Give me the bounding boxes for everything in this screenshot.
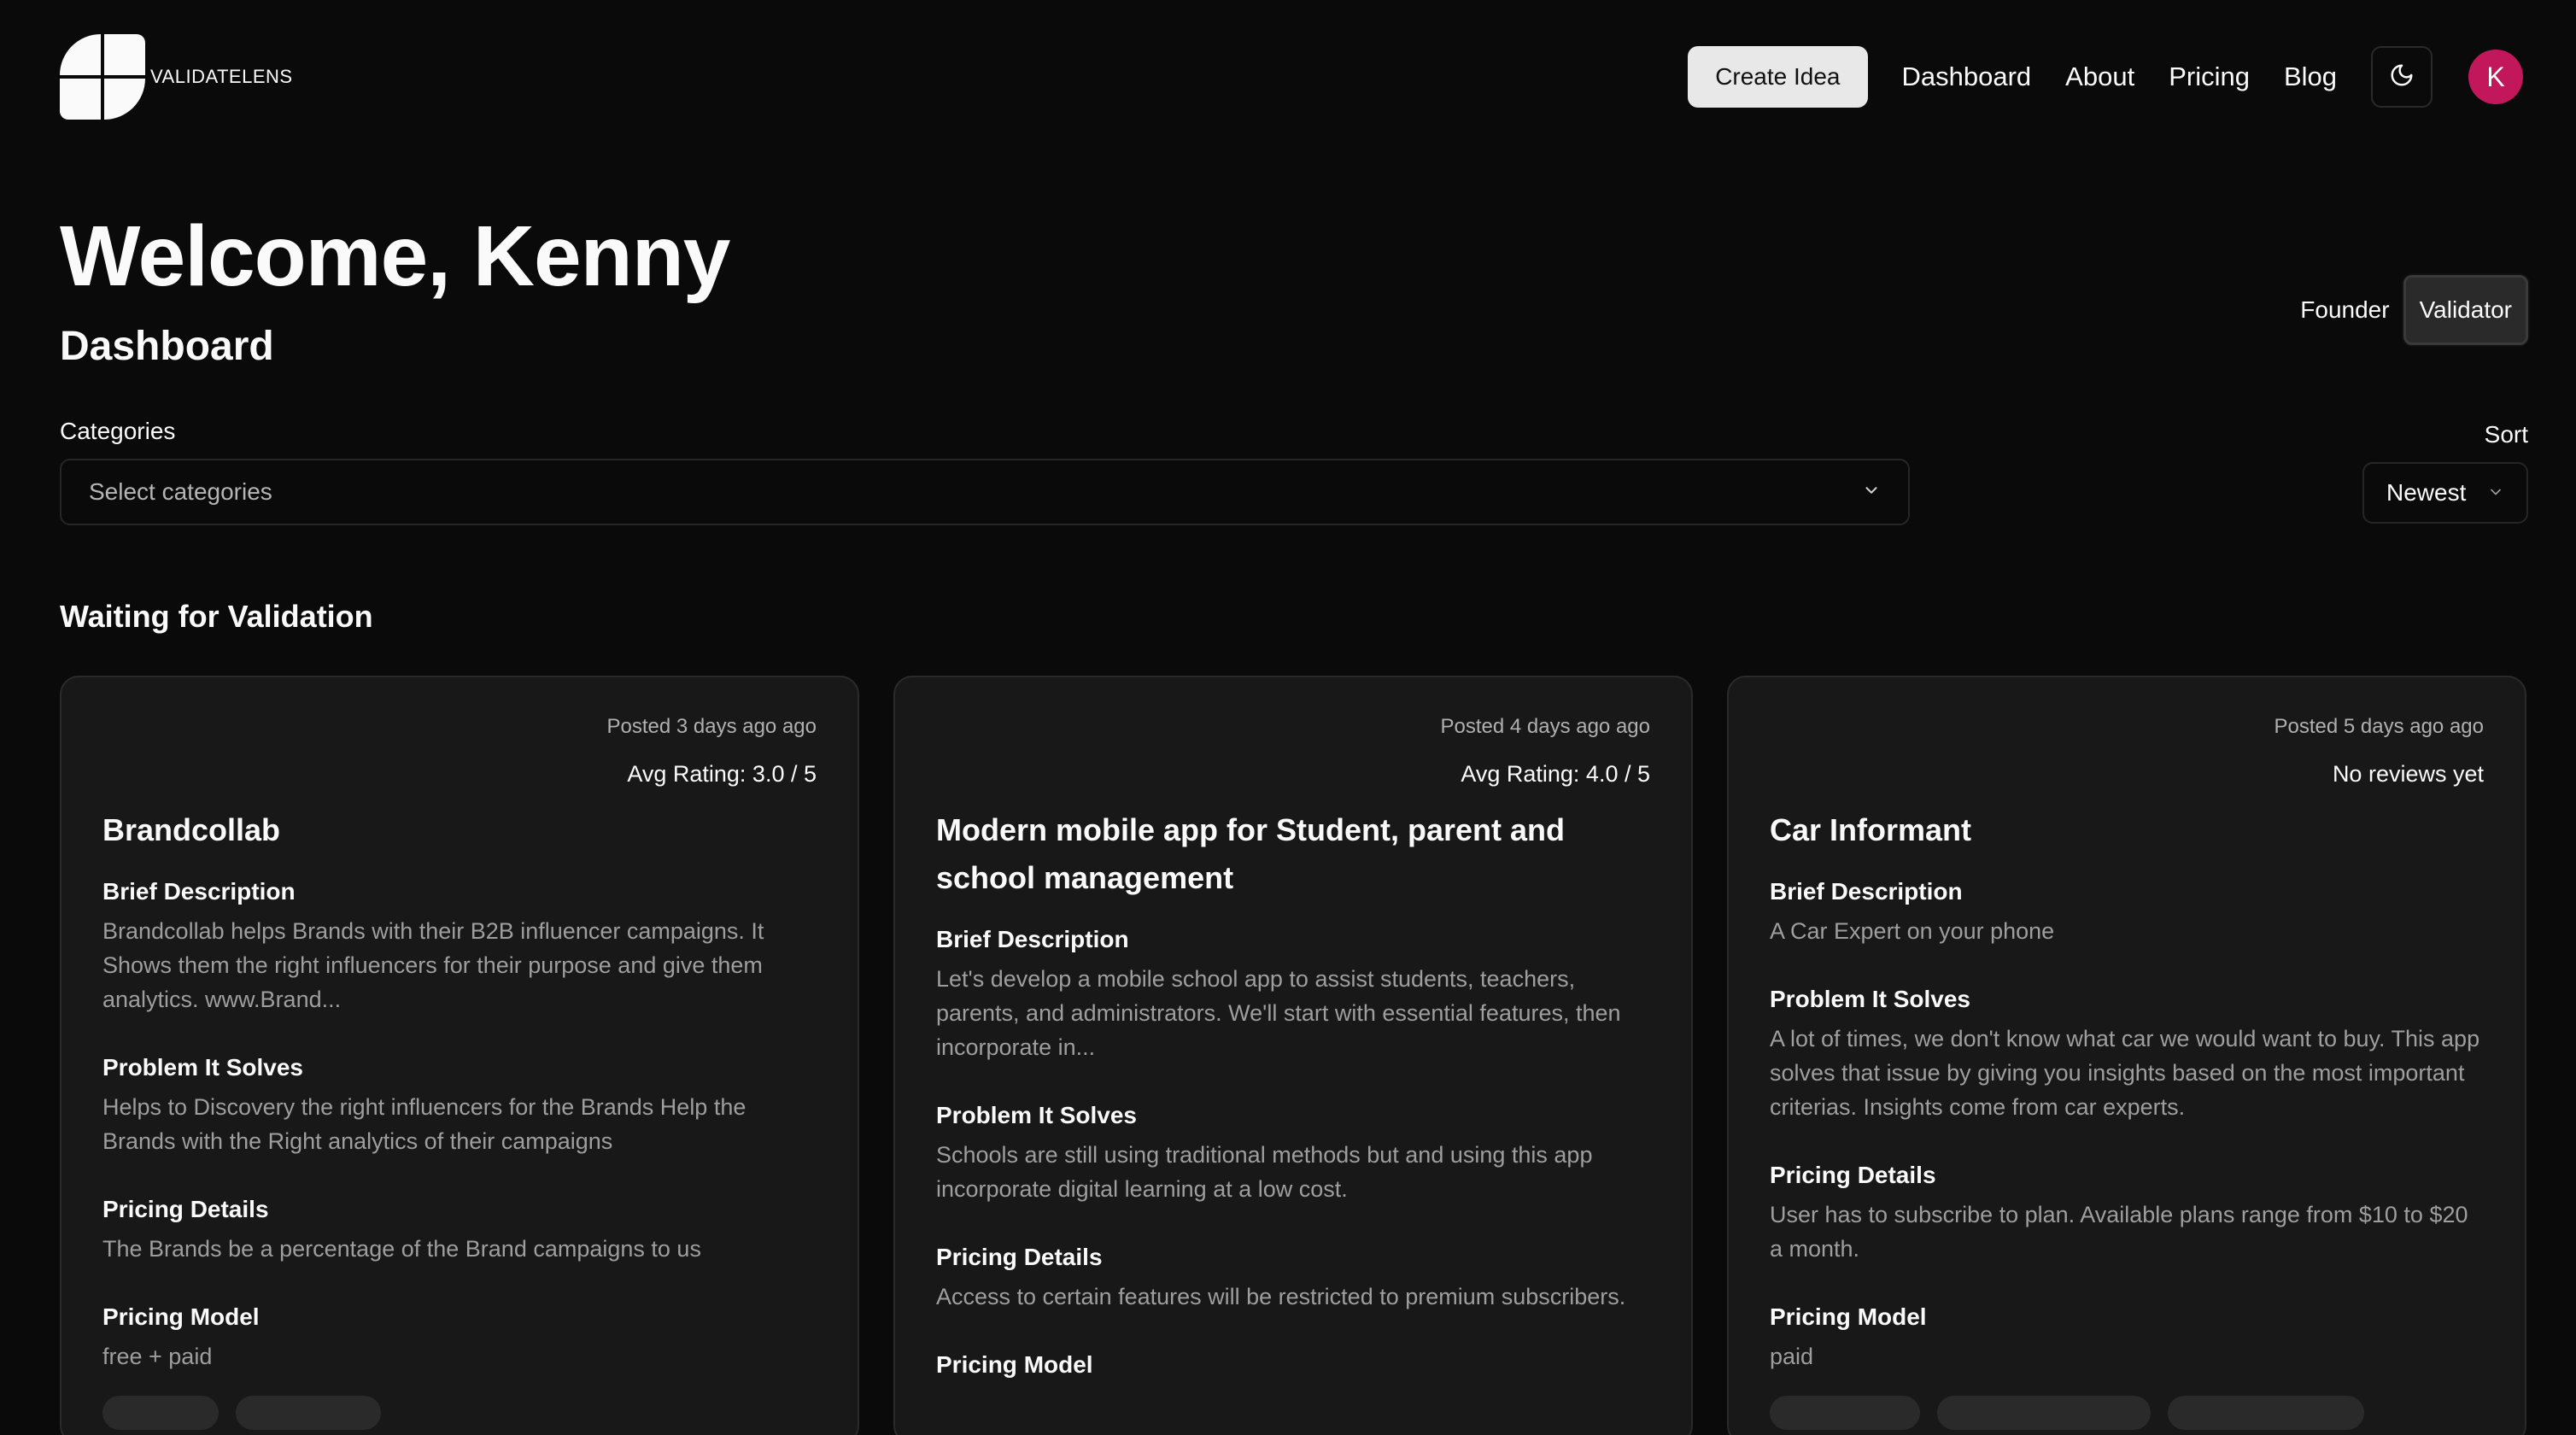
pricing-details-text: Access to certain features will be restr… — [936, 1284, 1626, 1309]
card-meta: Posted 4 days ago ago Avg Rating: 4.0 / … — [936, 715, 1650, 788]
category-tag — [102, 1396, 219, 1430]
brief-text: Let's develop a mobile school app to ass… — [936, 966, 1621, 1060]
category-tag — [1937, 1396, 2151, 1430]
problem-text: Helps to Discovery the right influencers… — [102, 1094, 746, 1154]
pricing-details-label: Pricing Details — [102, 1196, 269, 1222]
pricing-model-label: Pricing Model — [102, 1303, 260, 1330]
idea-title: Modern mobile app for Student, parent an… — [936, 812, 1566, 895]
pricing-model-text: free + paid — [102, 1344, 213, 1369]
categories-placeholder: Select categories — [89, 478, 272, 505]
posted-time: Posted 4 days ago ago — [1440, 715, 1650, 738]
card-meta: Posted 5 days ago ago No reviews yet — [1770, 715, 2484, 788]
card-meta: Posted 3 days ago ago Avg Rating: 3.0 / … — [102, 715, 817, 788]
brief-text: A Car Expert on your phone — [1770, 918, 2055, 944]
brief-text: Brandcollab helps Brands with their B2B … — [102, 918, 764, 1012]
idea-card[interactable]: Posted 4 days ago ago Avg Rating: 4.0 / … — [893, 676, 1693, 1435]
chevron-down-icon — [1862, 478, 1881, 506]
idea-card-list: Posted 3 days ago ago Avg Rating: 3.0 / … — [60, 676, 2528, 1435]
problem-text: A lot of times, we don't know what car w… — [1770, 1026, 2480, 1120]
nav-link-pricing[interactable]: Pricing — [2169, 62, 2250, 92]
categories-filter: Categories Select categories — [60, 418, 1910, 525]
avg-rating: Avg Rating: 3.0 / 5 — [627, 761, 817, 787]
nav-link-dashboard[interactable]: Dashboard — [1902, 62, 2032, 92]
posted-time: Posted 3 days ago ago — [606, 715, 817, 738]
sort-select[interactable]: Newest — [2362, 462, 2528, 524]
chevron-down-icon — [2487, 479, 2504, 507]
sort-filter: Sort Newest — [2362, 418, 2528, 525]
sort-label: Sort — [2484, 421, 2528, 448]
brand-name: VALIDATELENS — [150, 66, 293, 87]
section-title: Waiting for Validation — [60, 599, 373, 634]
pricing-model-text: paid — [1770, 1344, 1814, 1369]
validatelens-logo-icon — [60, 34, 145, 120]
posted-time: Posted 5 days ago ago — [2274, 715, 2484, 738]
role-validator-option[interactable]: Validator — [2403, 275, 2528, 345]
nav-menu: Create Idea Dashboard About Pricing Blog… — [1688, 46, 2528, 108]
brief-label: Brief Description — [936, 926, 1129, 952]
brief-label: Brief Description — [102, 878, 296, 905]
pricing-model-label: Pricing Model — [936, 1351, 1093, 1378]
role-toggle: Founder Validator — [2286, 275, 2528, 345]
role-founder-option[interactable]: Founder — [2286, 296, 2403, 324]
categories-label: Categories — [60, 418, 176, 444]
create-idea-button[interactable]: Create Idea — [1688, 46, 1868, 108]
top-nav: VALIDATELENS Create Idea Dashboard About… — [60, 0, 2528, 154]
category-tag — [2168, 1396, 2364, 1430]
filters: Categories Select categories Sort Newest — [60, 418, 2528, 525]
avatar[interactable]: K — [2468, 50, 2523, 104]
idea-title: Car Informant — [1770, 812, 1972, 847]
tag-list — [1770, 1396, 2484, 1430]
page-subtitle: Dashboard — [60, 324, 274, 369]
pricing-details-label: Pricing Details — [936, 1244, 1103, 1270]
problem-label: Problem It Solves — [1770, 986, 1970, 1012]
problem-text: Schools are still using traditional meth… — [936, 1142, 1593, 1202]
brief-label: Brief Description — [1770, 878, 1963, 905]
problem-label: Problem It Solves — [936, 1102, 1137, 1128]
sort-value: Newest — [2386, 479, 2467, 506]
welcome-section: Welcome, Kenny Dashboard Founder Validat… — [60, 214, 2528, 370]
avg-rating: Avg Rating: 4.0 / 5 — [1461, 761, 1650, 787]
tag-list — [102, 1396, 817, 1430]
idea-card[interactable]: Posted 3 days ago ago Avg Rating: 3.0 / … — [60, 676, 859, 1435]
categories-select[interactable]: Select categories — [60, 459, 1910, 525]
idea-card[interactable]: Posted 5 days ago ago No reviews yet Car… — [1727, 676, 2526, 1435]
moon-icon — [2389, 62, 2415, 92]
nav-link-about[interactable]: About — [2065, 62, 2134, 92]
avg-rating: No reviews yet — [2332, 761, 2484, 787]
category-tag — [1770, 1396, 1920, 1430]
nav-link-blog[interactable]: Blog — [2284, 62, 2337, 92]
page-title: Welcome, Kenny — [60, 208, 730, 304]
pricing-details-text: User has to subscribe to plan. Available… — [1770, 1202, 2468, 1262]
category-tag — [236, 1396, 381, 1430]
theme-toggle-button[interactable] — [2371, 46, 2433, 108]
pricing-model-label: Pricing Model — [1770, 1303, 1927, 1330]
page: VALIDATELENS Create Idea Dashboard About… — [0, 0, 2576, 1435]
problem-label: Problem It Solves — [102, 1054, 303, 1081]
pricing-details-label: Pricing Details — [1770, 1162, 1936, 1188]
pricing-details-text: The Brands be a percentage of the Brand … — [102, 1236, 701, 1262]
logo[interactable]: VALIDATELENS — [60, 34, 293, 120]
idea-title: Brandcollab — [102, 812, 281, 847]
